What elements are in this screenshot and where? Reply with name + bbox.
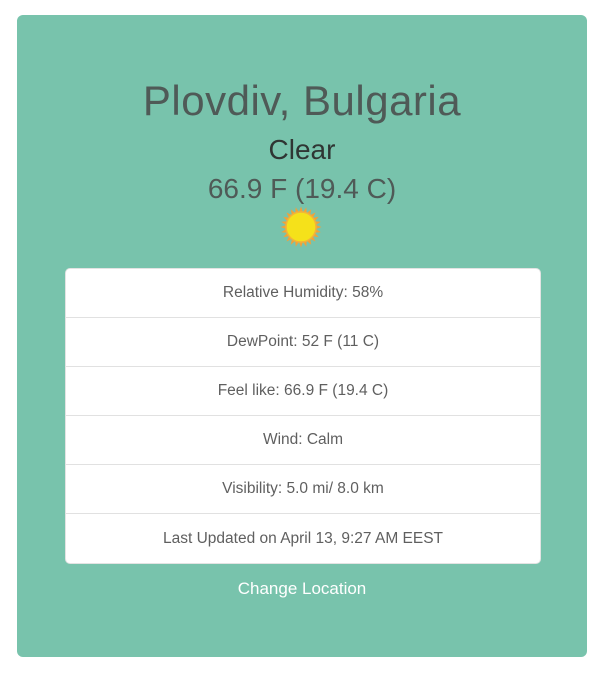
temperature-readout: 66.9 F (19.4 C)	[207, 173, 397, 204]
detail-feels-like: Feel like: 66.9 F (19.4 C)	[66, 367, 540, 416]
detail-humidity: Relative Humidity: 58%	[66, 269, 540, 318]
weather-card: Plovdiv, Bulgaria Clear 66.9 F (19.4 C) …	[17, 15, 587, 657]
weather-details-list: Relative Humidity: 58% DewPoint: 52 F (1…	[65, 268, 541, 564]
sun-icon	[280, 206, 322, 248]
detail-visibility: Visibility: 5.0 mi/ 8.0 km	[66, 465, 540, 514]
location-title: Plovdiv, Bulgaria	[142, 77, 462, 124]
change-location-link[interactable]: Change Location	[17, 579, 587, 599]
detail-dewpoint: DewPoint: 52 F (11 C)	[66, 318, 540, 367]
detail-last-updated: Last Updated on April 13, 9:27 AM EEST	[162, 529, 444, 547]
weather-condition: Clear	[268, 134, 336, 165]
detail-wind: Wind: Calm	[66, 416, 540, 465]
